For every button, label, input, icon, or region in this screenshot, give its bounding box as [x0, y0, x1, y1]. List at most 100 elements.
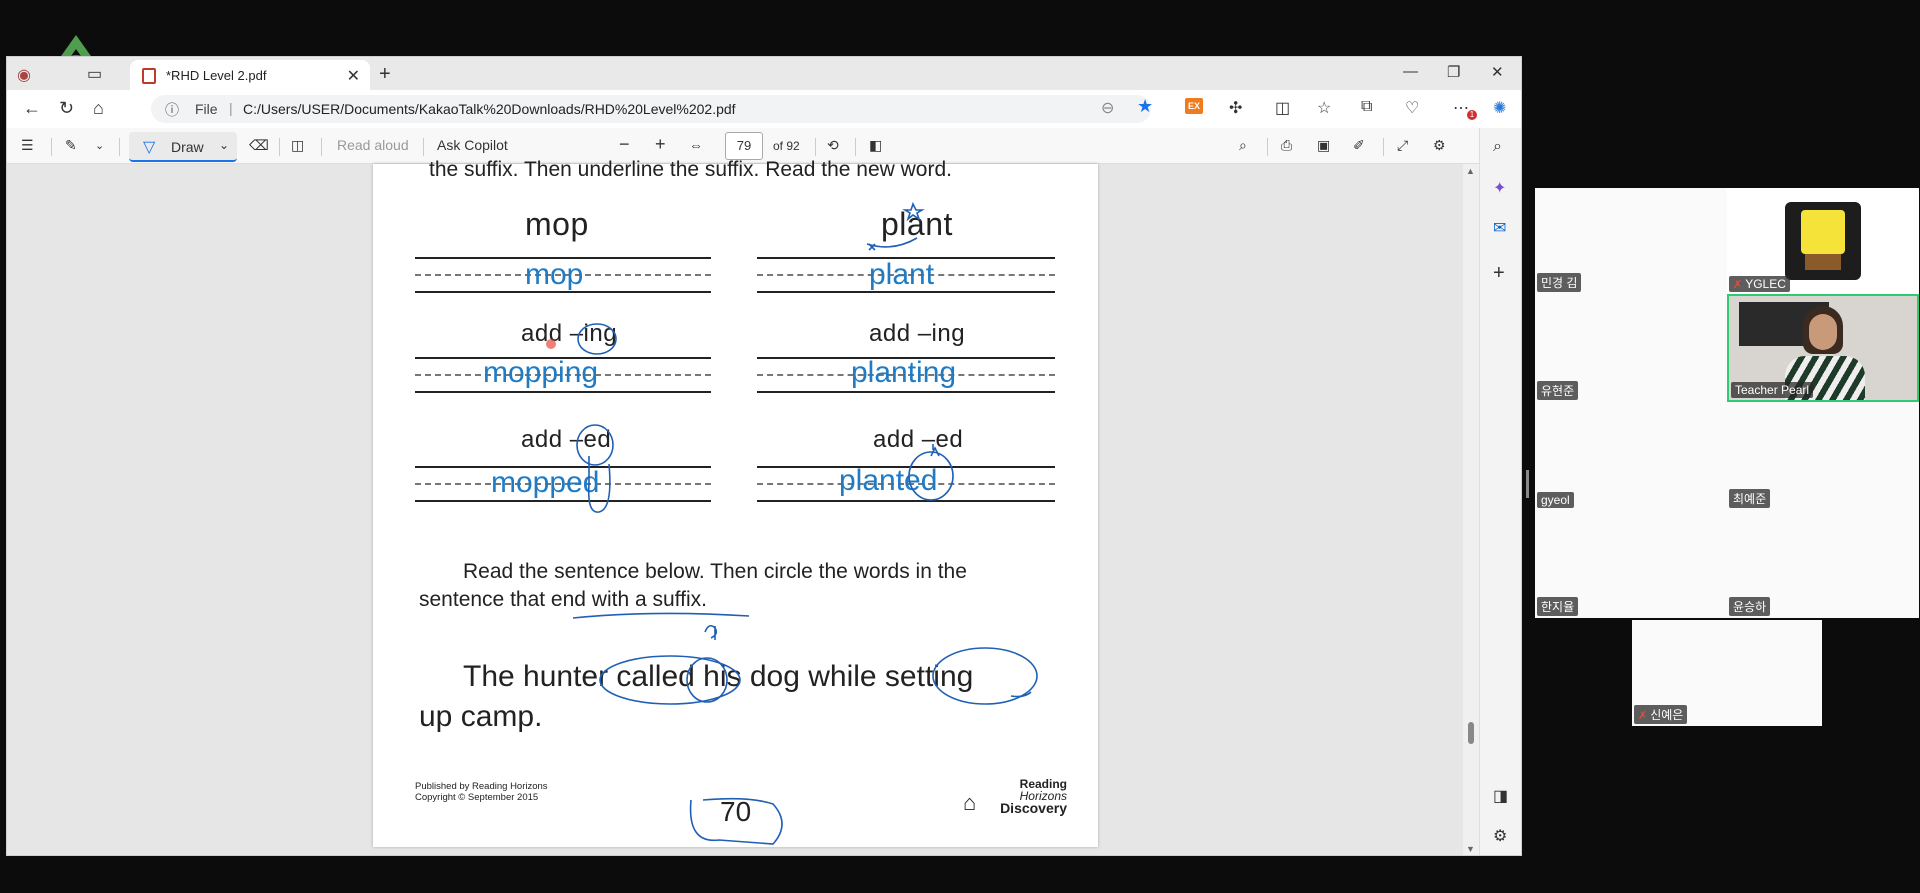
tab-close-button[interactable]: ✕ [347, 66, 360, 86]
toolbar-divider [51, 138, 52, 156]
extensions-puzzle-icon[interactable]: ✣ [1229, 98, 1242, 118]
address-row: ← ↻ ⌂ ⓘ File | C:/Users/USER/Documents/K… [7, 90, 1521, 128]
ink-annotations [546, 201, 1038, 845]
rotate-icon[interactable]: ⟲ [827, 137, 839, 154]
page-number-input[interactable]: 79 [725, 132, 763, 160]
contents-list-icon[interactable]: ☰ [21, 137, 34, 154]
participant-name-text: YGLEC [1745, 277, 1786, 291]
notification-badge: 1 [1467, 110, 1477, 120]
house-logo-icon: ⌂ [963, 790, 977, 815]
sidebar-copilot-icon[interactable]: ✦ [1493, 178, 1506, 198]
profile-avatar-icon[interactable]: ◉ [17, 65, 31, 85]
info-icon[interactable]: ⓘ [165, 100, 179, 120]
toolbar-divider [119, 138, 120, 156]
favorite-star-icon[interactable]: ★ [1137, 96, 1153, 117]
participant-name: 유현준 [1537, 381, 1579, 400]
edge-sidebar: ⌕ ✦ ✉ + ◨ ⚙ [1479, 128, 1521, 855]
tab-rhd-pdf[interactable]: *RHD Level 2.pdf ✕ [130, 60, 370, 90]
scroll-up-icon[interactable]: ▲ [1466, 166, 1475, 176]
highlight-icon[interactable]: ✎ [65, 137, 77, 154]
pdf-viewer[interactable]: the suffix. Then underline the suffix. R… [7, 158, 1479, 855]
browser-window: ◉ ▭ *RHD Level 2.pdf ✕ + — ❐ ✕ ← ↻ ⌂ ⓘ F… [6, 56, 1522, 856]
minimize-button[interactable]: — [1403, 63, 1418, 80]
participant-name: 최예준 [1729, 489, 1771, 508]
participant-name: Teacher Pearl [1731, 382, 1814, 398]
draw-pen-icon: ▽ [143, 139, 156, 156]
toolbar-divider [1267, 138, 1268, 156]
participant-tile[interactable]: ✗ 신예은 [1632, 620, 1822, 726]
draw-chevron-icon[interactable]: ⌄ [219, 138, 229, 152]
participant-name: 민경 김 [1537, 273, 1582, 292]
participant-tile[interactable]: 한지율 [1535, 510, 1727, 618]
read-aloud-button[interactable]: Read aloud [337, 137, 409, 153]
toolbar-divider [815, 138, 816, 156]
pdf-file-icon [142, 68, 156, 84]
url-scheme-label: File [195, 101, 218, 117]
address-bar[interactable]: ⓘ File | C:/Users/USER/Documents/KakaoTa… [151, 95, 1151, 123]
participant-tile[interactable]: ✗ YGLEC [1727, 188, 1919, 294]
avatar [1785, 202, 1861, 280]
draw-label: Draw [171, 139, 204, 155]
page-number: 70 [720, 796, 752, 827]
participant-tile[interactable]: 유현준 [1535, 294, 1727, 402]
two-page-view-icon[interactable]: ◧ [869, 137, 882, 154]
highlight-chevron-icon[interactable]: ⌄ [95, 139, 104, 152]
participant-tile[interactable]: 최예준 [1727, 402, 1919, 510]
tab-actions-icon[interactable]: ▭ [87, 64, 102, 84]
participant-name: 한지율 [1537, 597, 1579, 616]
ask-copilot-button[interactable]: Ask Copilot [437, 137, 508, 153]
scrollbar-thumb[interactable] [1468, 722, 1474, 744]
save-as-icon[interactable]: ✐ [1353, 137, 1365, 154]
participant-tile-active-speaker[interactable]: Teacher Pearl [1727, 294, 1919, 402]
new-tab-button[interactable]: + [379, 63, 391, 86]
eraser-icon[interactable]: ⌫ [249, 137, 269, 154]
sidebar-search-icon[interactable]: ⌕ [1493, 138, 1502, 156]
restore-button[interactable]: ❐ [1447, 63, 1460, 81]
copilot-icon[interactable]: ✺ [1493, 98, 1506, 118]
participant-tile[interactable]: 민경 김 [1535, 188, 1727, 294]
zoom-out-button[interactable]: − [619, 134, 630, 155]
sidebar-settings-icon[interactable]: ⚙ [1493, 826, 1507, 846]
favorites-icon[interactable]: ☆ [1317, 98, 1331, 118]
browser-essentials-icon[interactable]: ♡ [1405, 98, 1419, 118]
extension-icon[interactable]: EX [1185, 98, 1203, 114]
search-icon[interactable]: ⌕ [1239, 137, 1247, 154]
tab-bar: ◉ ▭ *RHD Level 2.pdf ✕ + — ❐ ✕ [7, 57, 1521, 90]
page-view-icon[interactable]: ◫ [291, 137, 304, 154]
zoom-icon[interactable]: ⊖ [1101, 98, 1114, 118]
settings-gear-icon[interactable]: ⚙ [1433, 137, 1446, 154]
refresh-icon[interactable]: ↻ [59, 98, 74, 119]
sidebar-panel-icon[interactable]: ◨ [1493, 786, 1508, 806]
participant-name: 윤승하 [1729, 597, 1771, 616]
vertical-scrollbar[interactable]: ▲ ▼ [1463, 164, 1479, 855]
save-icon[interactable]: ▣ [1317, 137, 1330, 154]
sidebar-add-icon[interactable]: + [1493, 262, 1505, 285]
close-window-button[interactable]: ✕ [1491, 63, 1504, 81]
tab-title: *RHD Level 2.pdf [166, 67, 267, 83]
publisher-logo: Reading Horizons Discovery [983, 778, 1067, 816]
back-arrow-icon[interactable]: ← [23, 98, 41, 119]
participant-name: ✗ 신예은 [1634, 705, 1688, 724]
print-icon[interactable]: ⎙ [1281, 137, 1292, 154]
participant-tile[interactable]: 윤승하 [1727, 510, 1919, 618]
toolbar-divider [423, 138, 424, 156]
participant-tile[interactable]: gyeol [1535, 402, 1727, 510]
fit-width-icon[interactable]: ⇔ [689, 137, 703, 153]
zoom-in-button[interactable]: + [655, 134, 666, 155]
scroll-down-icon[interactable]: ▼ [1466, 844, 1475, 854]
fullscreen-icon[interactable]: ⤢ [1397, 137, 1408, 154]
collections-icon[interactable]: ⧉ [1361, 98, 1372, 116]
url-text[interactable]: C:/Users/USER/Documents/KakaoTalk%20Down… [243, 101, 736, 117]
footer-line-1: Published by Reading Horizons [415, 781, 548, 792]
footer-publisher: Published by Reading Horizons Copyright … [415, 781, 548, 803]
split-screen-icon[interactable]: ◫ [1275, 98, 1290, 118]
draw-button[interactable]: ▽ Draw ⌄ [129, 132, 237, 162]
page-total-label: of 92 [773, 139, 800, 153]
panel-resize-handle[interactable] [1526, 470, 1529, 498]
sidebar-outlook-icon[interactable]: ✉ [1493, 218, 1506, 238]
url-separator: | [229, 100, 233, 116]
logo-line-3: Discovery [1000, 800, 1067, 816]
home-icon[interactable]: ⌂ [93, 98, 104, 119]
toolbar-divider [1383, 138, 1384, 156]
pdf-page[interactable]: the suffix. Then underline the suffix. R… [373, 158, 1098, 847]
